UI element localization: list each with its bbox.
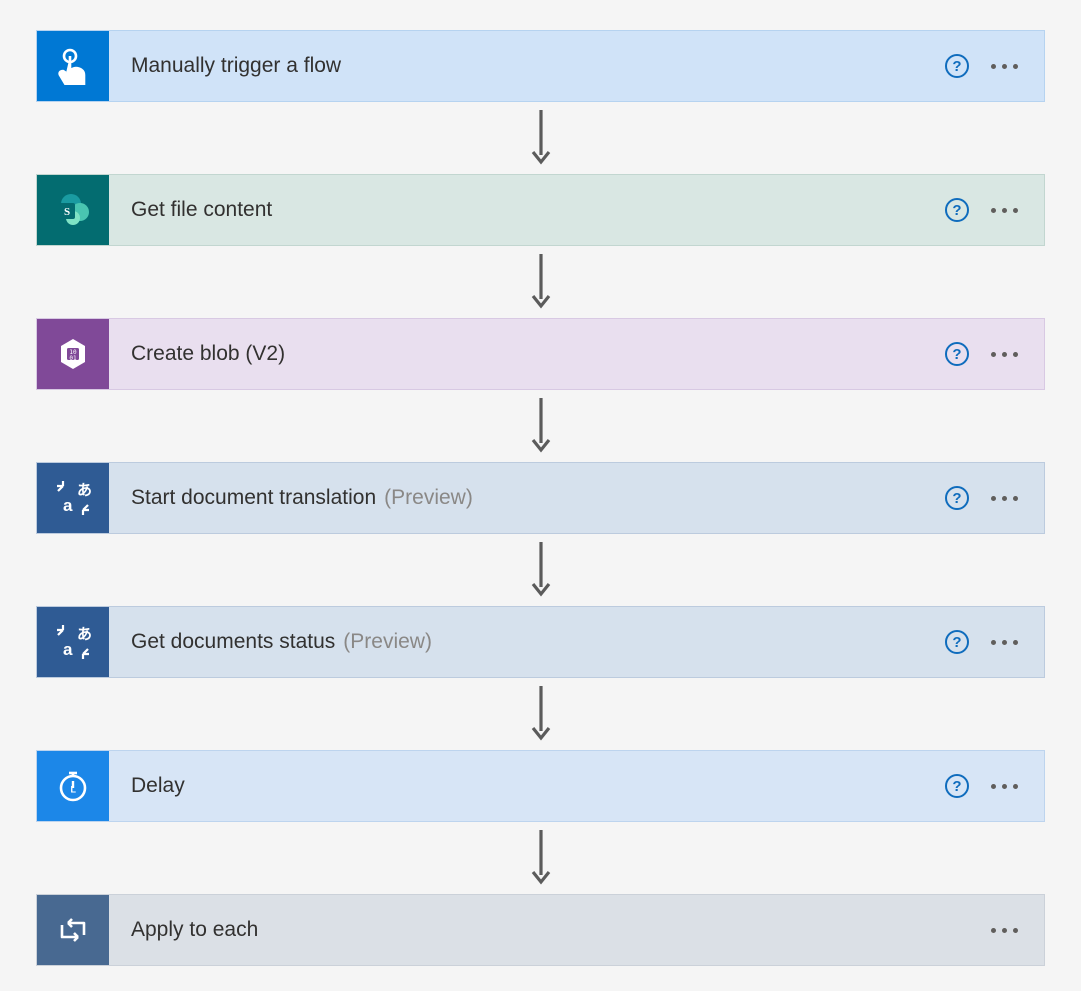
step-label-text: Create blob (V2) [131, 342, 285, 366]
svg-text:あ: あ [77, 626, 92, 643]
step-create-blob-v2[interactable]: 10 01 Create blob (V2) ? [36, 318, 1045, 390]
step-label-text: Start document translation [131, 486, 376, 510]
step-get-documents-status[interactable]: あ a Get documents status (Preview) ? [36, 606, 1045, 678]
svg-text:a: a [63, 640, 73, 659]
step-actions: ? [945, 342, 1044, 366]
step-label: Create blob (V2) [109, 342, 945, 366]
step-label-text: Apply to each [131, 918, 258, 942]
more-icon[interactable] [991, 204, 1018, 217]
step-label-text: Get file content [131, 198, 272, 222]
step-get-file-content[interactable]: S Get file content ? [36, 174, 1045, 246]
arrow-connector [531, 246, 551, 318]
help-icon[interactable]: ? [945, 342, 969, 366]
step-label-text: Manually trigger a flow [131, 54, 341, 78]
blob-icon: 10 01 [37, 319, 109, 389]
step-actions: ? [945, 54, 1044, 78]
step-apply-to-each[interactable]: Apply to each [36, 894, 1045, 966]
translate-icon: あ a [37, 463, 109, 533]
step-manually-trigger-flow[interactable]: Manually trigger a flow ? [36, 30, 1045, 102]
help-icon[interactable]: ? [945, 198, 969, 222]
more-icon[interactable] [991, 60, 1018, 73]
svg-text:あ: あ [77, 482, 92, 499]
sharepoint-icon: S [37, 175, 109, 245]
step-label-text: Get documents status [131, 630, 335, 654]
step-label: Apply to each [109, 918, 991, 942]
svg-text:L: L [71, 785, 77, 795]
step-actions: ? [945, 198, 1044, 222]
step-label-text: Delay [131, 774, 185, 798]
step-actions: ? [945, 774, 1044, 798]
arrow-connector [531, 822, 551, 894]
more-icon[interactable] [991, 780, 1018, 793]
step-actions [991, 924, 1044, 937]
translate-icon: あ a [37, 607, 109, 677]
svg-text:S: S [64, 206, 70, 218]
stopwatch-icon: L [37, 751, 109, 821]
step-delay[interactable]: L Delay ? [36, 750, 1045, 822]
step-label: Delay [109, 774, 945, 798]
step-actions: ? [945, 486, 1044, 510]
more-icon[interactable] [991, 924, 1018, 937]
step-label: Manually trigger a flow [109, 54, 945, 78]
more-icon[interactable] [991, 636, 1018, 649]
arrow-connector [531, 534, 551, 606]
step-label: Get file content [109, 198, 945, 222]
step-start-document-translation[interactable]: あ a Start document translation (Preview)… [36, 462, 1045, 534]
help-icon[interactable]: ? [945, 630, 969, 654]
loop-icon [37, 895, 109, 965]
help-icon[interactable]: ? [945, 774, 969, 798]
arrow-connector [531, 390, 551, 462]
help-icon[interactable]: ? [945, 54, 969, 78]
more-icon[interactable] [991, 492, 1018, 505]
svg-text:01: 01 [69, 355, 77, 362]
arrow-connector [531, 678, 551, 750]
help-icon[interactable]: ? [945, 486, 969, 510]
step-label-suffix: (Preview) [384, 486, 473, 510]
arrow-connector [531, 102, 551, 174]
svg-text:a: a [63, 496, 73, 515]
touch-icon [37, 31, 109, 101]
step-label-suffix: (Preview) [343, 630, 432, 654]
more-icon[interactable] [991, 348, 1018, 361]
step-actions: ? [945, 630, 1044, 654]
step-label: Get documents status (Preview) [109, 630, 945, 654]
flow-canvas: Manually trigger a flow ? S Get file con… [36, 30, 1045, 966]
step-label: Start document translation (Preview) [109, 486, 945, 510]
